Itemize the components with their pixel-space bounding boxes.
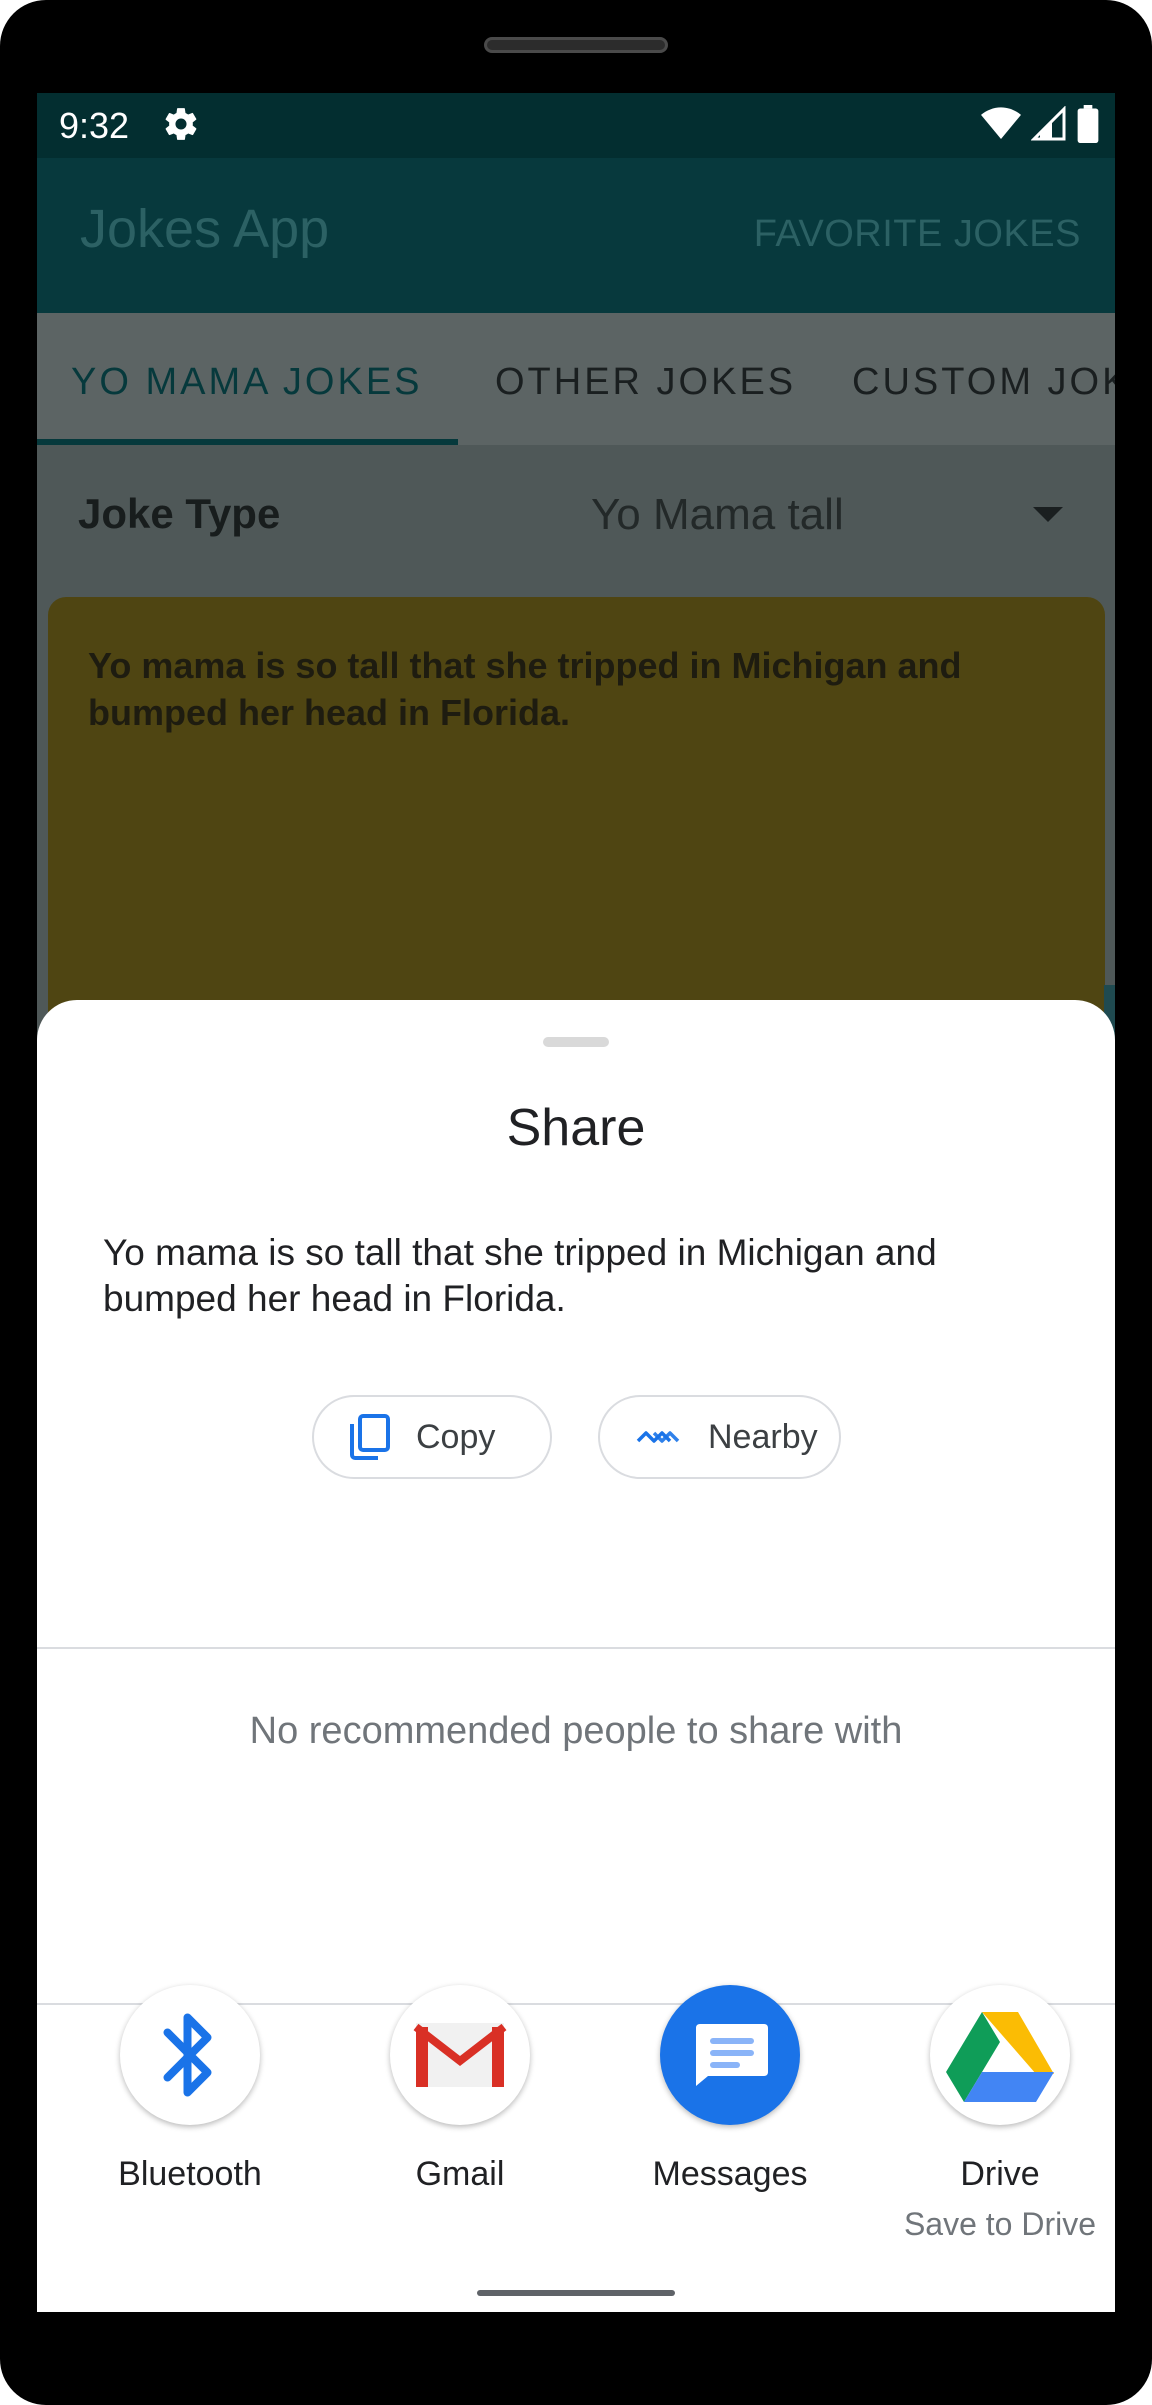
share-target-messages[interactable]: Messages [610, 1985, 850, 2194]
share-sheet: Share Yo mama is so tall that she trippe… [37, 1000, 1115, 2312]
shared-text-preview: Yo mama is so tall that she tripped in M… [103, 1232, 937, 1319]
sheet-drag-handle[interactable] [543, 1037, 609, 1047]
copy-icon [348, 1414, 390, 1460]
joke-type-dropdown[interactable]: Yo Mama tall [591, 490, 844, 540]
messages-icon [660, 1985, 800, 2125]
status-icons [981, 105, 1099, 148]
share-target-bluetooth[interactable]: Bluetooth [70, 1985, 310, 2194]
nearby-share-icon [636, 1426, 680, 1448]
signal-icon [1030, 105, 1067, 147]
gesture-navigation-bar[interactable] [477, 2290, 675, 2296]
tab-custom-jokes[interactable]: CUSTOM JOKES [852, 361, 1115, 404]
drive-icon [930, 1985, 1070, 2125]
app-label-messages: Messages [652, 2155, 808, 2193]
status-bar: 9:32 [37, 93, 1115, 158]
tab-yo-mama-jokes[interactable]: YO MAMA JOKES [71, 361, 423, 404]
share-title: Share [506, 1099, 646, 1157]
share-target-gmail[interactable]: Gmail [340, 1985, 580, 2194]
nearby-button[interactable]: Nearby [598, 1395, 841, 1479]
app-sublabel-drive: Save to Drive [903, 2206, 1097, 2242]
phone-speaker [484, 37, 668, 53]
tab-other-jokes[interactable]: OTHER JOKES [495, 361, 796, 404]
settings-gear-icon [162, 105, 200, 143]
dropdown-arrow-icon[interactable] [1033, 507, 1063, 522]
no-recommended-people-text: No recommended people to share with [249, 1710, 903, 1752]
battery-icon [1077, 105, 1099, 148]
joke-text: Yo mama is so tall that she tripped in M… [88, 645, 962, 733]
joke-type-label: Joke Type [78, 490, 281, 537]
status-time: 9:32 [59, 105, 130, 146]
screen: 9:32 Jokes App FAVORITE JOKES YO MAMA JO… [37, 93, 1115, 2312]
copy-label: Copy [416, 1417, 496, 1456]
gmail-icon [390, 1985, 530, 2125]
phone-frame: 9:32 Jokes App FAVORITE JOKES YO MAMA JO… [0, 0, 1152, 2405]
divider-top [37, 1647, 1115, 1649]
share-target-drive[interactable]: Drive Save to Drive [880, 1985, 1115, 2243]
favorite-jokes-button[interactable]: FAVORITE JOKES [754, 213, 1081, 256]
copy-button[interactable]: Copy [312, 1395, 552, 1479]
nearby-label: Nearby [708, 1417, 818, 1456]
app-label-drive: Drive [960, 2155, 1040, 2193]
app-title: Jokes App [80, 199, 330, 259]
app-bar: Jokes App FAVORITE JOKES [37, 158, 1115, 313]
app-label-gmail: Gmail [415, 2155, 505, 2193]
app-label-bluetooth: Bluetooth [118, 2155, 262, 2193]
wifi-icon [981, 106, 1021, 147]
bluetooth-icon [120, 1985, 260, 2125]
tab-bar: YO MAMA JOKES OTHER JOKES CUSTOM JOKES [37, 313, 1115, 445]
